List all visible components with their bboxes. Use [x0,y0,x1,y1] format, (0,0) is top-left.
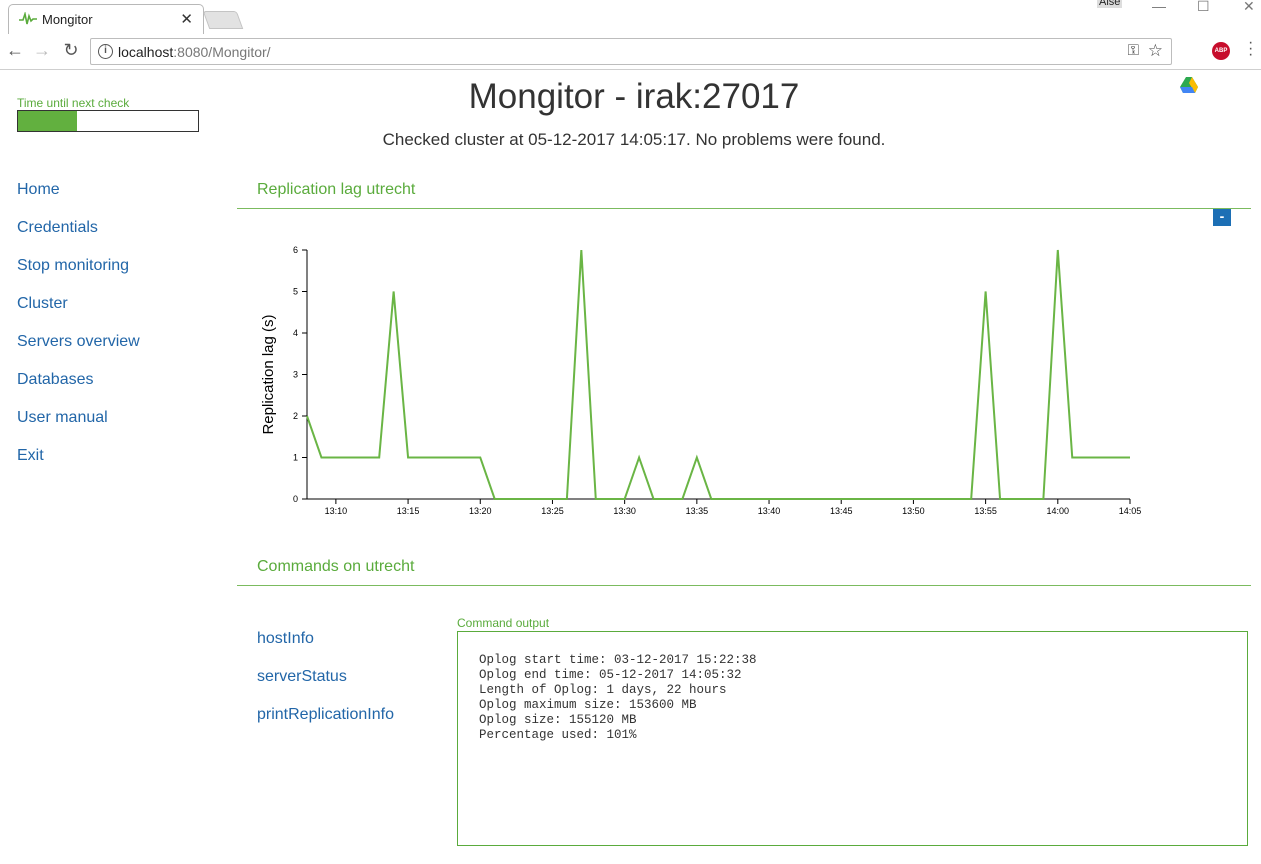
x-tick-label: 13:30 [613,506,636,516]
y-tick-label: 1 [293,453,298,463]
section-divider [237,585,1251,586]
y-tick-label: 5 [293,287,298,297]
back-icon[interactable]: ← [4,40,26,61]
browser-toolbar: ← → ↻ i localhost:8080/Mongitor/ ⚿ ☆ [0,34,1261,93]
section-divider [237,208,1251,209]
x-tick-label: 13:35 [686,506,709,516]
x-tick-label: 14:05 [1119,506,1142,516]
x-tick-label: 13:45 [830,506,853,516]
browser-menu-icon[interactable]: · · · [1248,35,1253,63]
nav-cluster[interactable]: Cluster [17,294,140,332]
close-window-icon[interactable]: ✕ [1243,0,1255,15]
x-tick-label: 13:50 [902,506,925,516]
y-tick-label: 6 [293,245,298,255]
bookmark-star-icon[interactable]: ☆ [1148,41,1163,61]
y-tick-label: 3 [293,370,298,380]
sidebar-nav: Home Credentials Stop monitoring Cluster… [17,180,140,484]
maximize-icon[interactable]: ☐ [1197,0,1210,15]
tab-title: Mongitor [42,12,93,27]
x-tick-label: 13:25 [541,506,564,516]
nav-credentials[interactable]: Credentials [17,218,140,256]
reload-icon[interactable]: ↻ [60,40,82,61]
close-tab-icon[interactable]: ✕ [180,10,193,28]
nav-stop-monitoring[interactable]: Stop monitoring [17,256,140,294]
y-tick-label: 0 [293,494,298,504]
heartbeat-icon [19,12,37,25]
command-hostinfo[interactable]: hostInfo [257,630,314,648]
profile-name[interactable]: Alse [1097,0,1123,8]
nav-user-manual[interactable]: User manual [17,408,140,446]
x-tick-label: 13:40 [758,506,781,516]
replication-lag-line [306,249,1130,500]
adblock-icon[interactable]: ABP [1212,42,1230,60]
page-title: Mongitor - irak:27017 [468,77,800,116]
y-tick-label: 4 [293,328,298,338]
forward-icon[interactable]: → [31,40,53,61]
y-tick-label: 2 [293,411,298,421]
replication-lag-chart: 0 1 2 3 4 5 6 13:10 13:15 13:20 13:25 13:30 13:35 13:… [260,245,1142,516]
command-printreplicationinfo[interactable]: printReplicationInfo [257,706,394,724]
x-tick-label: 13:10 [325,506,348,516]
command-output-label: Command output [457,616,550,630]
x-tick-label: 13:20 [469,506,492,516]
tab-strip: Mongitor ✕ Alse — ☐ ✕ [0,0,1261,34]
replication-lag-title: Replication lag utrecht [257,181,416,198]
page-subtitle: Checked cluster at 05-12-2017 14:05:17. … [382,130,886,149]
nav-databases[interactable]: Databases [17,370,140,408]
y-axis-label: Replication lag (s) [260,314,277,434]
url-text[interactable]: localhost:8080/Mongitor/ [118,44,271,60]
nav-exit[interactable]: Exit [17,446,140,484]
command-serverstatus[interactable]: serverStatus [257,668,347,686]
x-tick-label: 13:15 [397,506,420,516]
address-bar[interactable]: i localhost:8080/Mongitor/ ⚿ ☆ [90,38,1172,65]
browser-tab[interactable]: Mongitor ✕ [8,4,204,34]
x-tick-label: 14:00 [1047,506,1070,516]
key-icon[interactable]: ⚿ [1128,42,1139,59]
x-tick-label: 13:55 [974,506,997,516]
command-output-text: Oplog start time: 03-12-2017 15:22:38 Op… [479,653,757,742]
commands-title: Commands on utrecht [257,558,415,575]
nav-home[interactable]: Home [17,180,140,218]
collapse-chart-button[interactable]: - [1213,209,1231,226]
info-icon[interactable]: i [98,44,113,59]
nav-servers-overview[interactable]: Servers overview [17,332,140,370]
new-tab-button[interactable] [202,11,244,29]
minimize-icon[interactable]: — [1152,0,1166,14]
command-output-box: Oplog start time: 03-12-2017 15:22:38 Op… [457,631,1248,846]
